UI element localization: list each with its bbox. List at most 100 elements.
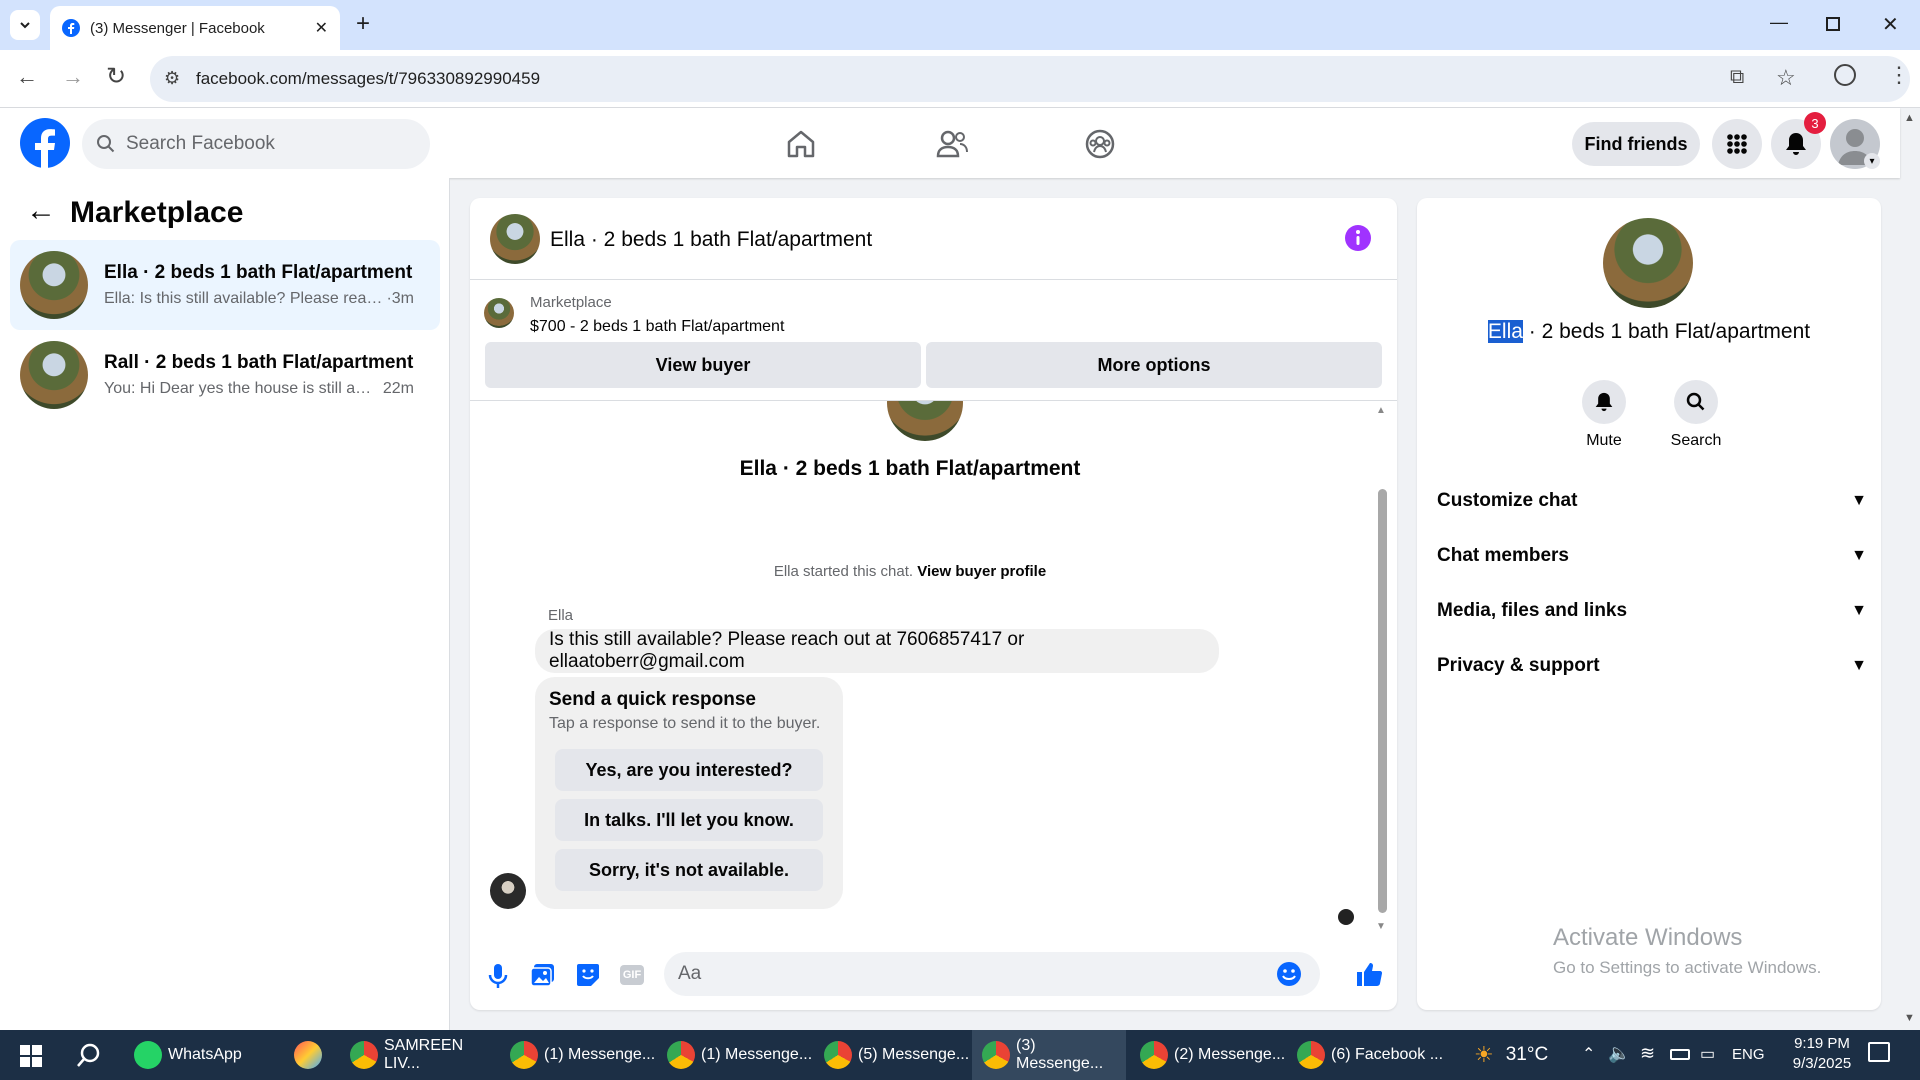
windows-taskbar: WhatsApp SAMREEN LIV... (1) Messenge... … <box>0 1030 1920 1080</box>
minimize-button[interactable]: — <box>1770 12 1788 33</box>
intro-name: Ella · 2 beds 1 bath Flat/apartment <box>739 457 1081 480</box>
scroll-up-arrow[interactable]: ▲ <box>1376 405 1386 416</box>
page-scroll-up[interactable]: ▲ <box>1904 112 1915 124</box>
scrollbar-track[interactable]: ▲ ▼ <box>1376 405 1388 935</box>
quick-response-button[interactable]: Yes, are you interested? <box>555 749 823 791</box>
facebook-logo-icon[interactable] <box>20 118 70 168</box>
page-scroll-down[interactable]: ▼ <box>1904 1012 1915 1024</box>
chat-title[interactable]: Ella · 2 beds 1 bath Flat/apartment <box>550 228 872 252</box>
forward-arrow-icon[interactable]: → <box>62 64 84 90</box>
address-bar[interactable]: ⚙ facebook.com/messages/t/79633089299045… <box>150 56 1910 102</box>
seen-avatar <box>1338 909 1354 925</box>
windows-watermark-title: Activate Windows <box>1553 924 1743 951</box>
mute-button[interactable]: Mute <box>1577 380 1631 450</box>
microphone-icon[interactable] <box>488 962 508 990</box>
search-placeholder: Search Facebook <box>126 133 275 154</box>
profile-avatar[interactable] <box>1603 218 1693 308</box>
message-text: Is this still available? Please reach ou… <box>549 629 1025 672</box>
taskbar-chrome-window[interactable]: (1) Messenge... <box>667 1030 817 1080</box>
back-arrow-icon[interactable]: ← <box>16 64 38 90</box>
search-icon <box>1686 392 1705 411</box>
new-tab-button[interactable]: + <box>356 10 370 38</box>
customize-chat-section[interactable]: Customize chat ▼ <box>1437 481 1867 521</box>
browser-tab-active[interactable]: (3) Messenger | Facebook ✕ <box>50 6 340 50</box>
sticker-icon[interactable] <box>575 962 601 988</box>
chevron-down-icon: ▼ <box>1851 602 1867 619</box>
search-input[interactable]: Search Facebook <box>82 119 430 169</box>
message-list[interactable]: Ella · 2 beds 1 bath Flat/apartment Ella… <box>470 401 1397 941</box>
thumbs-up-icon[interactable] <box>1355 960 1383 988</box>
find-friends-button[interactable]: Find friends <box>1572 122 1700 166</box>
taskbar-app[interactable] <box>294 1030 328 1080</box>
taskbar-label: (1) Messenge... <box>701 1046 813 1063</box>
tab-search-button[interactable] <box>10 10 40 40</box>
windows-start-icon[interactable] <box>20 1045 42 1067</box>
groups-icon[interactable] <box>1084 128 1116 160</box>
back-arrow-icon[interactable]: ← <box>26 194 56 228</box>
menu-grid-button[interactable] <box>1712 119 1762 169</box>
message-placeholder: Aa <box>678 963 702 984</box>
site-settings-icon[interactable]: ⚙ <box>164 68 180 89</box>
taskbar-chrome-window[interactable]: (2) Messenge... <box>1140 1030 1290 1080</box>
chevron-down-icon: ▼ <box>1851 547 1867 564</box>
gif-button[interactable]: GIF <box>620 965 644 985</box>
profile-icon[interactable] <box>1834 64 1856 86</box>
mute-label: Mute <box>1586 432 1622 449</box>
clock-time: 9:19 PM <box>1794 1035 1850 1052</box>
emoji-icon[interactable] <box>1276 961 1302 987</box>
conversation-item[interactable]: Rall · 2 beds 1 bath Flat/apartment You:… <box>10 330 440 420</box>
conversation-item[interactable]: Ella · 2 beds 1 bath Flat/apartment Ella… <box>10 240 440 330</box>
quick-response-button[interactable]: Sorry, it's not available. <box>555 849 823 891</box>
meet-icon[interactable]: ▭ <box>1700 1044 1715 1064</box>
media-files-section[interactable]: Media, files and links ▼ <box>1437 591 1867 631</box>
scroll-down-arrow[interactable]: ▼ <box>1376 921 1386 932</box>
tab-close-icon[interactable]: ✕ <box>315 18 328 38</box>
info-icon[interactable] <box>1344 224 1372 252</box>
taskbar-whatsapp[interactable]: WhatsApp <box>134 1030 242 1080</box>
weather-widget[interactable]: ☀ 31°C <box>1474 1030 1548 1080</box>
install-app-icon[interactable]: ⧉ <box>1730 66 1744 89</box>
search-in-chat-button[interactable]: Search <box>1665 380 1727 450</box>
scrollbar-thumb[interactable] <box>1378 489 1387 913</box>
language-indicator[interactable]: ENG <box>1732 1046 1765 1063</box>
account-chevron-icon[interactable]: ▾ <box>1864 153 1880 169</box>
network-icon[interactable]: ≋ <box>1640 1043 1655 1064</box>
listing-info[interactable]: Marketplace $700 - 2 beds 1 bath Flat/ap… <box>484 294 1284 338</box>
view-buyer-button[interactable]: View buyer <box>485 342 921 388</box>
quick-response-button[interactable]: In talks. I'll let you know. <box>555 799 823 841</box>
battery-icon[interactable] <box>1670 1049 1690 1060</box>
reload-icon[interactable]: ↻ <box>106 62 126 91</box>
section-label: Chat members <box>1437 545 1569 566</box>
more-options-button[interactable]: More options <box>926 342 1382 388</box>
taskbar-chrome-window-active[interactable]: (3) Messenge... <box>972 1030 1126 1080</box>
volume-icon[interactable]: 🔈 <box>1608 1043 1630 1064</box>
photo-icon[interactable] <box>530 962 556 988</box>
bell-icon <box>1786 133 1806 155</box>
chat-members-section[interactable]: Chat members ▼ <box>1437 536 1867 576</box>
friends-icon[interactable] <box>935 128 969 160</box>
notification-center-icon[interactable] <box>1868 1042 1890 1062</box>
clock[interactable]: 9:19 PM 9/3/2025 <box>1782 1035 1862 1072</box>
quick-response-title: Send a quick response <box>549 689 756 710</box>
sender-name: Ella <box>548 607 574 624</box>
conversation-name: Rall · 2 beds 1 bath Flat/apartment <box>104 352 414 373</box>
view-buyer-profile-link[interactable]: View buyer profile <box>917 563 1046 580</box>
taskbar-chrome-window[interactable]: SAMREEN LIV... <box>350 1030 500 1080</box>
chevron-down-icon <box>20 22 30 29</box>
close-window-button[interactable]: ✕ <box>1882 12 1899 37</box>
home-icon[interactable] <box>785 128 817 160</box>
chat-avatar[interactable] <box>490 214 540 264</box>
taskbar-chrome-window[interactable]: (5) Messenge... <box>824 1030 974 1080</box>
restore-button[interactable] <box>1826 17 1840 31</box>
menu-grid-icon <box>1727 134 1747 154</box>
taskbar-chrome-window[interactable]: (6) Facebook ... <box>1297 1030 1447 1080</box>
taskbar-search-icon[interactable] <box>76 1042 102 1068</box>
taskbar-chrome-window[interactable]: (1) Messenge... <box>510 1030 660 1080</box>
listing-thumbnail <box>484 298 514 328</box>
tray-chevron-icon[interactable]: ⌃ <box>1582 1044 1595 1064</box>
bookmark-star-icon[interactable]: ☆ <box>1776 65 1796 91</box>
browser-menu-icon[interactable]: ⋮ <box>1888 62 1910 88</box>
privacy-support-section[interactable]: Privacy & support ▼ <box>1437 646 1867 686</box>
incoming-message[interactable]: Is this still available? Please reach ou… <box>535 629 1219 673</box>
message-input[interactable]: Aa <box>664 952 1320 996</box>
